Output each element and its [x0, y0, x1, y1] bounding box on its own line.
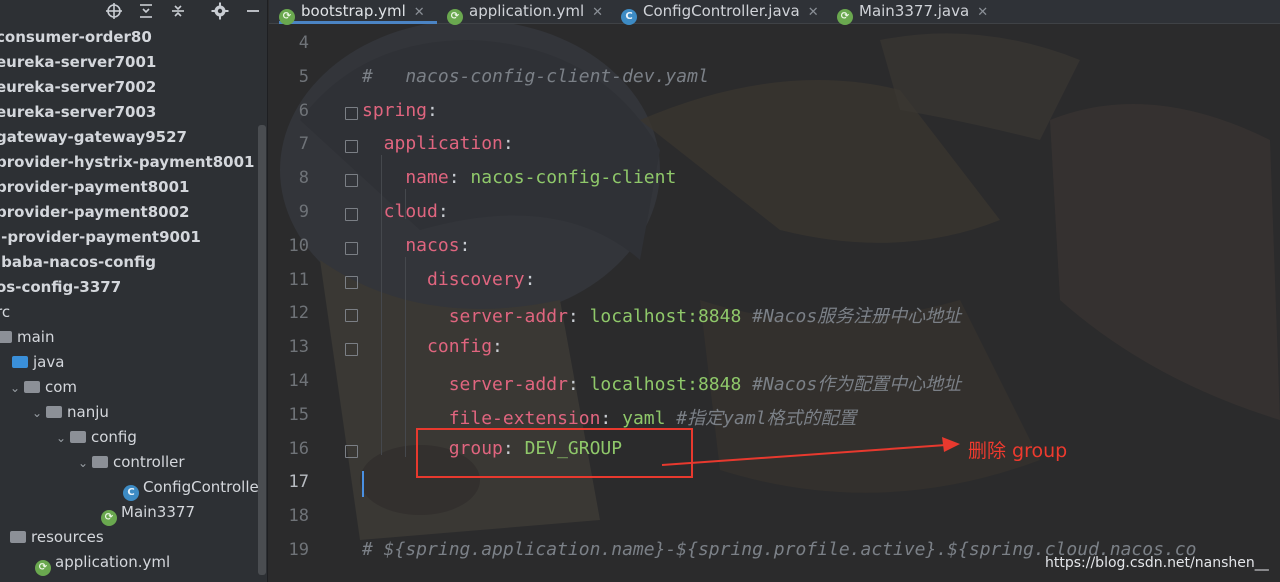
annotation-arrow — [661, 437, 960, 466]
watermark: https://blog.csdn.net/nanshen__ — [1045, 555, 1269, 571]
annotation-label: 删除 group — [968, 440, 1068, 462]
